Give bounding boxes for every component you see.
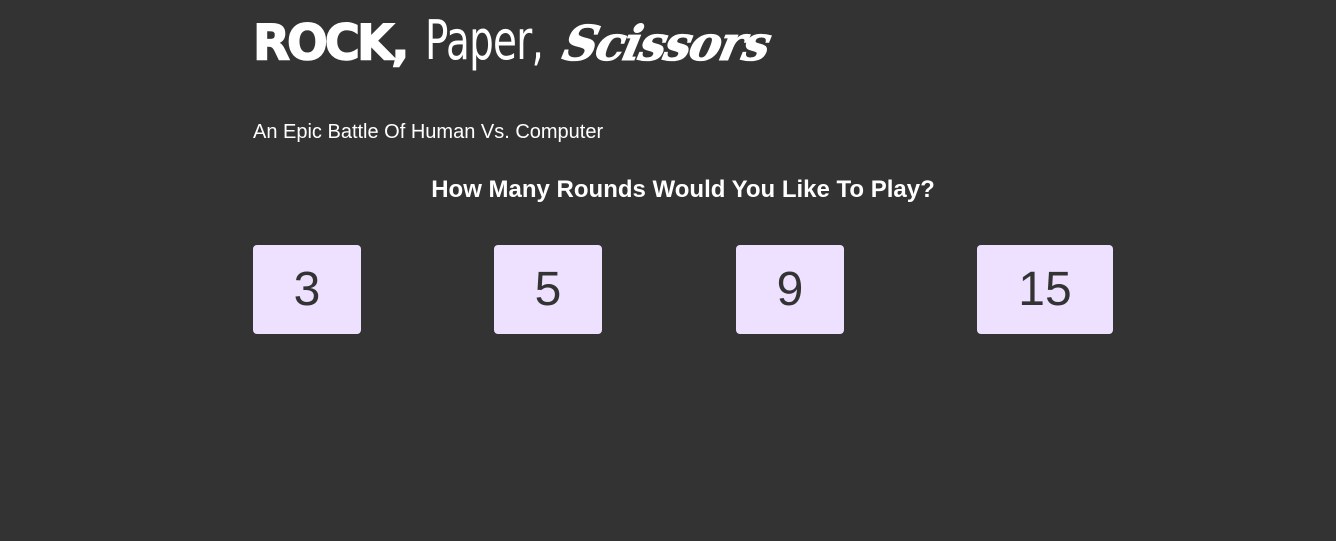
logo-paper-text: Paper, [424, 9, 544, 72]
rounds-15-button[interactable]: 15 [977, 245, 1113, 334]
rounds-question: How Many Rounds Would You Like To Play? [431, 176, 935, 203]
rounds-9-button[interactable]: 9 [736, 245, 844, 334]
rounds-3-button[interactable]: 3 [253, 245, 361, 334]
game-page: ROCK, Paper, Scissors An Epic Battle Of … [0, 0, 1336, 541]
page-subtitle: An Epic Battle Of Human Vs. Computer [253, 121, 604, 143]
logo-rock-text: ROCK, [252, 14, 410, 72]
game-logo: ROCK, Paper, Scissors [252, 9, 775, 86]
rounds-5-button[interactable]: 5 [494, 245, 602, 334]
logo-scissors-text: Scissors [558, 16, 775, 73]
